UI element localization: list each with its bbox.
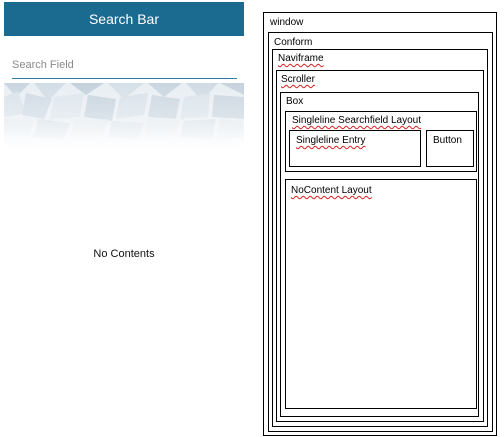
empty-message: No Contents (93, 248, 155, 260)
button-label: Button (433, 135, 462, 146)
nocontent-layout-box: NoContent Layout (285, 179, 477, 409)
search-input[interactable] (12, 56, 237, 74)
singleline-entry-box: Singleline Entry (289, 130, 421, 167)
scroller-label: Scroller (281, 74, 315, 85)
singleline-entry-label: Singleline Entry (296, 135, 366, 146)
phone-screen: Search Bar Search Field No Contents (4, 2, 244, 434)
conform-label: Conform (274, 37, 313, 48)
title-bar: Search Bar (4, 2, 244, 36)
searchfield-layout-label: Singleline Searchfield Layout (292, 115, 421, 126)
naviframe-label: Naviframe (278, 53, 324, 64)
title-bar-label: Search Bar (88, 11, 160, 27)
nocontent-layout-label: NoContent Layout (291, 185, 372, 196)
window-label: window (270, 17, 304, 28)
decorative-pattern (4, 83, 244, 149)
search-field[interactable] (12, 52, 237, 79)
button-box: Button (426, 130, 474, 167)
box-label: Box (286, 96, 304, 107)
